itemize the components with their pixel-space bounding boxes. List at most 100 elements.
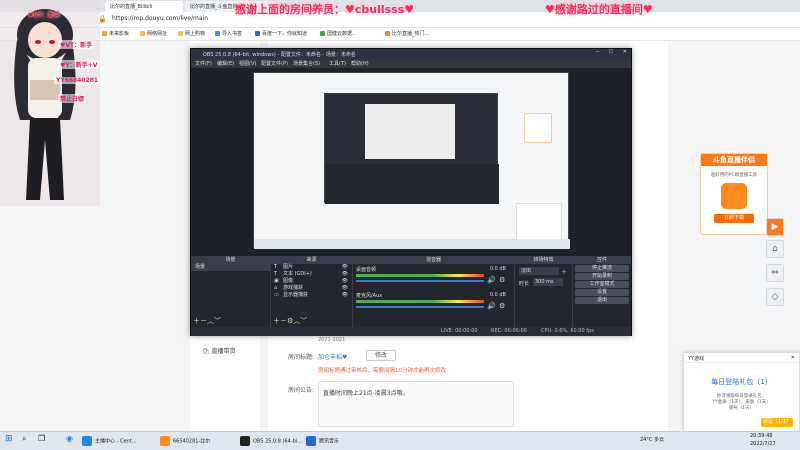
cube-icon[interactable]: ◇ bbox=[766, 288, 784, 306]
taskbar-app[interactable]: 66540281-比尔 bbox=[160, 436, 210, 446]
bookmark-item[interactable]: 百度一下，你就知道 bbox=[255, 30, 307, 37]
down-icon[interactable]: ﹀ bbox=[214, 317, 221, 325]
source-item[interactable]: T 文本 (GDI+) 👁 bbox=[271, 271, 352, 278]
obs-window: OBS 25.0.8 (64-bit, windows) - 配置文件：未命名 … bbox=[190, 48, 632, 336]
tab-label: 比尔的直播_Bilibili bbox=[110, 4, 153, 10]
maximize-icon[interactable]: ☐ bbox=[609, 49, 613, 55]
visibility-icon[interactable]: 👁 bbox=[342, 271, 348, 278]
transition-select[interactable]: 淡出 bbox=[519, 267, 559, 275]
menu-scene-collection[interactable]: 场景集合(S) bbox=[293, 60, 320, 67]
remove-icon[interactable]: － bbox=[280, 317, 287, 325]
start-record-button[interactable]: 开始录制 bbox=[575, 273, 629, 280]
notice-label: 房间公告: bbox=[288, 387, 315, 394]
close-icon[interactable]: ✕ bbox=[623, 49, 627, 55]
menu-tools[interactable]: 工具(T) bbox=[329, 60, 346, 67]
source-item[interactable]: ⌂ 游戏捕获 👁 bbox=[271, 285, 352, 292]
download-button[interactable]: 立即下载 bbox=[714, 214, 754, 223]
source-item[interactable]: ▭ 显示器捕获 👁 bbox=[271, 292, 352, 299]
nested-docks bbox=[325, 164, 499, 204]
home-icon[interactable]: ⌂ bbox=[766, 240, 784, 258]
mixer-channel-db: 0.0 dB bbox=[489, 292, 506, 298]
notice-textarea[interactable]: 直播时间晚上21点-凌晨3点哦。 bbox=[318, 381, 514, 427]
duration-label: 时长 bbox=[519, 281, 530, 287]
obs-title-text: OBS 25.0.8 (64-bit, windows) - 配置文件：未命名 … bbox=[203, 52, 356, 58]
edge-icon[interactable]: ◉ bbox=[66, 434, 73, 443]
search-icon[interactable]: ⌕ bbox=[22, 434, 26, 444]
scene-item[interactable]: 场景 bbox=[191, 264, 270, 271]
menu-file[interactable]: 文件(F) bbox=[195, 60, 212, 67]
date-text: 2021-2021 bbox=[318, 337, 346, 343]
gamepad-icon: ⌂ bbox=[274, 285, 278, 291]
speaker-icon[interactable]: 🔊 bbox=[487, 276, 496, 284]
nested-yy-popup bbox=[516, 203, 562, 243]
close-icon[interactable]: ✕ bbox=[791, 355, 795, 361]
menu-profile[interactable]: 配置文件(P) bbox=[261, 60, 288, 67]
bookmark-item[interactable]: 比尔直播_热门... bbox=[385, 30, 429, 37]
yy-popup: YY游戏 ✕ 每日登陆礼包（1） 你可领取每日登录礼包： YY金质（1天）、皮肤… bbox=[683, 352, 800, 434]
up-icon[interactable]: ︿ bbox=[207, 317, 214, 325]
volume-slider[interactable] bbox=[356, 280, 484, 282]
scenes-dock-title: 场景 bbox=[191, 256, 270, 264]
gear-icon[interactable]: ⚙ bbox=[499, 302, 505, 310]
mixer-channel-name: 麦克风/Aux bbox=[356, 293, 383, 299]
stop-stream-button[interactable]: 停止推流 bbox=[575, 265, 629, 272]
source-item[interactable]: ▣ 图像 👁 bbox=[271, 278, 352, 285]
taskbar-app[interactable]: 腾讯音乐 bbox=[306, 436, 339, 446]
title-warning: 房间标题通过审核后，需要间隔10分钟才能再次修改 bbox=[318, 368, 447, 374]
studio-mode-button[interactable]: 工作室模式 bbox=[575, 281, 629, 288]
claim-button[interactable]: 领取（1/1） bbox=[761, 418, 793, 427]
menu-edit[interactable]: 编辑(E) bbox=[217, 60, 234, 67]
sidebar-item-live-shop[interactable]: 🛍 直播带货 bbox=[202, 346, 236, 355]
browser-tab[interactable]: 比尔的直播_Bilibili bbox=[105, 1, 183, 12]
taskbar-app[interactable]: OBS 25.0.8 (64-bi... bbox=[240, 436, 302, 446]
text-icon: T bbox=[274, 264, 278, 270]
exit-button[interactable]: 退出 bbox=[575, 297, 629, 304]
bookmark-item[interactable]: 未来影板 bbox=[102, 30, 129, 37]
down-icon[interactable]: ﹀ bbox=[300, 317, 307, 325]
weather-text[interactable]: 24°C 多云 bbox=[640, 436, 664, 443]
source-item[interactable]: T 图片 👁 bbox=[271, 264, 352, 271]
room-title-label: 房间标题: bbox=[288, 354, 315, 361]
promo-title: 斗鱼直播伴侣 bbox=[701, 154, 767, 166]
add-icon[interactable]: ＋ bbox=[273, 317, 280, 325]
add-icon[interactable]: ＋ bbox=[193, 317, 200, 325]
settings-button[interactable]: 设置 bbox=[575, 289, 629, 296]
task-view-icon[interactable]: ❐ bbox=[38, 434, 45, 443]
bookmark-item[interactable]: 网络网址 bbox=[140, 30, 167, 37]
url-text[interactable]: https://mp.douyu.com/live/main bbox=[112, 15, 208, 22]
live-companion-promo[interactable]: 斗鱼直播伴侣 超好用的PC端直播工具 立即下载 bbox=[700, 153, 768, 235]
bookmark-item[interactable]: 导入书签 bbox=[215, 30, 242, 37]
live-status: LIVE: 00:00:00 bbox=[441, 328, 478, 334]
yy-title: 每日登陆礼包（1） bbox=[711, 378, 772, 386]
taskbar-app[interactable]: 主播中心 - Cent... bbox=[82, 436, 136, 446]
char-caption: ♥VT：新手 bbox=[28, 12, 61, 19]
controls-dock-title: 控件 bbox=[573, 256, 631, 264]
bookmark-item[interactable]: 国健云数据... bbox=[320, 30, 357, 37]
gear-icon[interactable]: ⚙ bbox=[499, 276, 505, 284]
speaker-icon[interactable]: 🔊 bbox=[487, 302, 496, 310]
nested-promo bbox=[524, 113, 552, 143]
bag-icon: 🛍 bbox=[202, 348, 210, 355]
mixer-dock-title: 混音器 bbox=[353, 256, 514, 264]
scenes-toolbar: ＋－︿﹀ bbox=[193, 316, 221, 326]
expand-icon[interactable]: ⇔ bbox=[766, 264, 784, 282]
nested-taskbar bbox=[254, 239, 570, 249]
clock-time: 20:39:48 bbox=[750, 433, 773, 439]
visibility-icon[interactable]: 👁 bbox=[342, 292, 348, 299]
menu-help[interactable]: 帮助(H) bbox=[351, 60, 369, 67]
visibility-icon[interactable]: 👁 bbox=[342, 278, 348, 285]
add-icon[interactable]: ＋ bbox=[561, 267, 567, 276]
duration-input[interactable]: 300 ms bbox=[533, 278, 563, 286]
windows-start-icon[interactable]: ⊞ bbox=[5, 434, 13, 444]
visibility-icon[interactable]: 👁 bbox=[342, 264, 348, 271]
minimize-icon[interactable]: ─ bbox=[596, 49, 599, 55]
overlay-left-text2: ♥Y：新手+V bbox=[58, 60, 100, 69]
bookmark-item[interactable]: 网上购物 bbox=[178, 30, 205, 37]
play-icon[interactable]: ▶ bbox=[766, 218, 784, 236]
visibility-icon[interactable]: 👁 bbox=[342, 285, 348, 292]
remove-icon[interactable]: － bbox=[200, 317, 207, 325]
edit-title-button[interactable]: 修改 bbox=[366, 350, 396, 361]
menu-view[interactable]: 视图(V) bbox=[239, 60, 256, 67]
volume-slider[interactable] bbox=[356, 306, 484, 308]
room-title-value: 加仑丰稻♥ bbox=[318, 354, 348, 361]
